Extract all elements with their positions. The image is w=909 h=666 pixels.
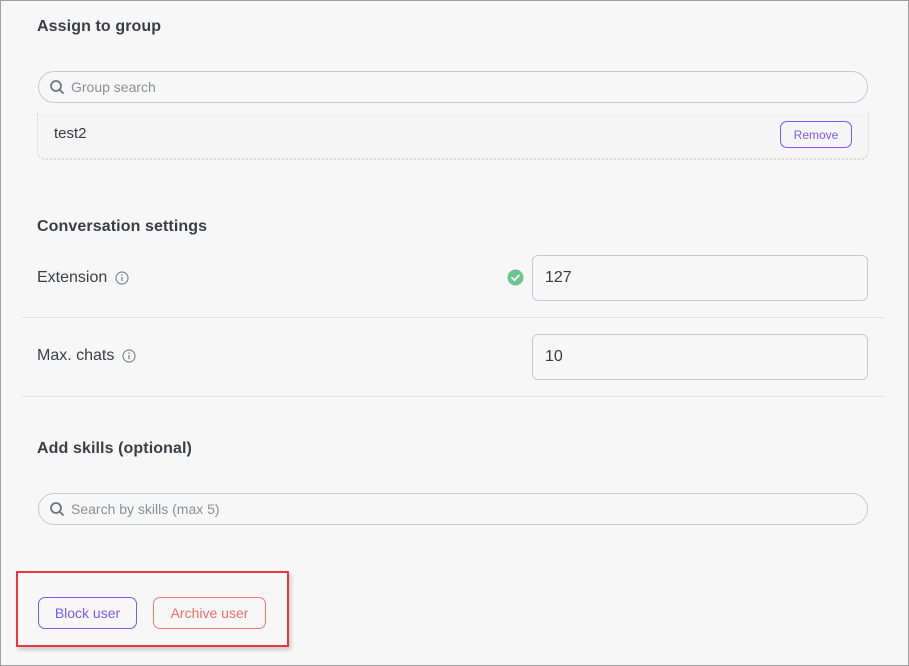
- block-user-button[interactable]: Block user: [38, 597, 137, 629]
- remove-group-button[interactable]: Remove: [780, 121, 852, 148]
- group-search-box[interactable]: [38, 71, 868, 103]
- archive-user-button[interactable]: Archive user: [153, 597, 266, 629]
- max-chats-label: Max. chats: [37, 347, 115, 364]
- extension-label-row: Extension: [37, 269, 129, 287]
- group-name: test2: [54, 125, 87, 142]
- info-icon[interactable]: [122, 349, 136, 363]
- group-search-input[interactable]: [71, 79, 851, 95]
- divider: [22, 317, 884, 318]
- assign-group-title: Assign to group: [37, 18, 162, 35]
- info-icon[interactable]: [115, 271, 129, 285]
- max-chats-input[interactable]: [532, 334, 868, 380]
- group-list-item: test2 Remove: [37, 113, 869, 160]
- extension-input[interactable]: [532, 255, 868, 301]
- search-icon: [50, 80, 64, 94]
- add-skills-title: Add skills (optional): [37, 440, 192, 457]
- skills-search-box[interactable]: [38, 493, 868, 525]
- divider: [22, 396, 884, 397]
- user-settings-panel: Assign to group test2 Remove Conversatio…: [1, 1, 908, 665]
- conversation-settings-title: Conversation settings: [37, 218, 208, 235]
- search-icon: [50, 502, 64, 516]
- check-circle-icon: [507, 269, 524, 286]
- max-chats-label-row: Max. chats: [37, 347, 136, 365]
- extension-label: Extension: [37, 269, 108, 286]
- skills-search-input[interactable]: [71, 501, 851, 517]
